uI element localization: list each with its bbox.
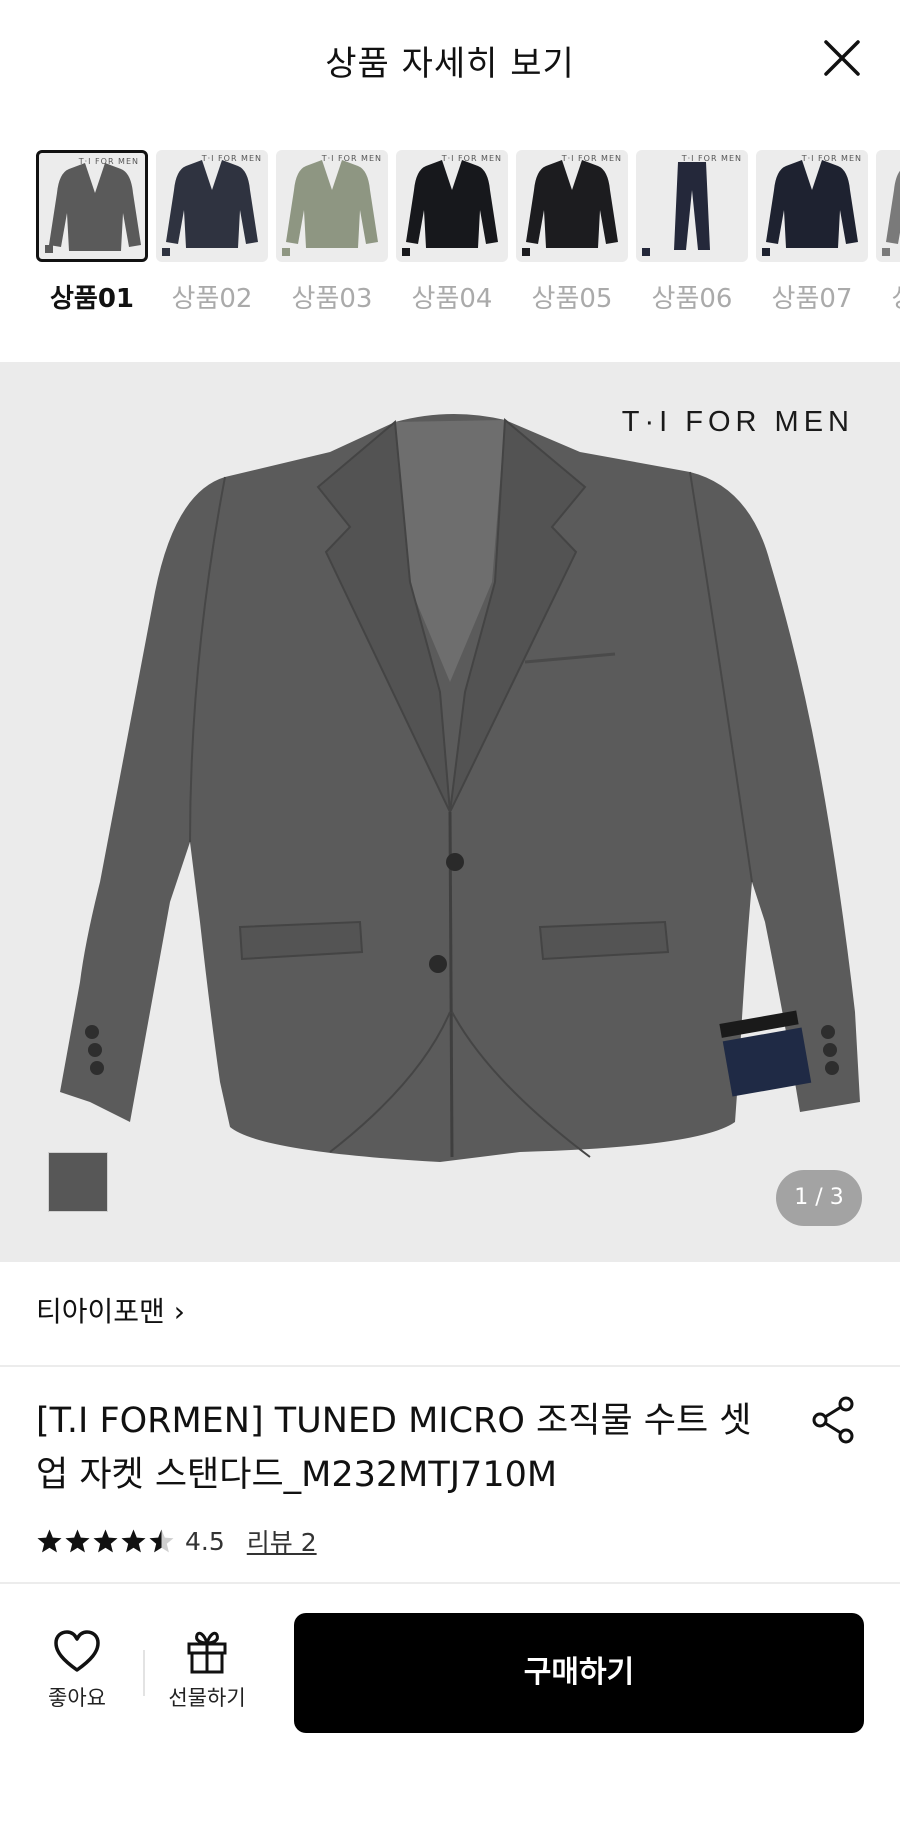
image-counter: 1 / 3 xyxy=(776,1170,862,1226)
pants-illustration xyxy=(674,162,710,250)
thumbnail-item[interactable]: T·I FOR MEN 상품04 xyxy=(396,150,508,315)
like-label: 좋아요 xyxy=(48,1686,106,1710)
thumbnail-color-swatch xyxy=(882,248,890,256)
thumbnail-image: T·I FOR MEN xyxy=(636,150,748,262)
thumbnail-image: T·I FOR MEN xyxy=(876,150,900,262)
divider xyxy=(0,1582,900,1584)
color-swatch xyxy=(48,1152,108,1212)
thumbnail-label: 상품06 xyxy=(651,284,733,314)
thumbnail-image: T·I FOR MEN xyxy=(516,150,628,262)
like-button[interactable]: 좋아요 xyxy=(36,1630,118,1710)
star-icon xyxy=(93,1529,118,1552)
product-main-image[interactable]: T·I FOR MEN 1 / 3 xyxy=(0,362,900,1262)
thumbnail-item[interactable]: T·I FOR MEN 상품01 xyxy=(36,150,148,315)
jacket-illustration xyxy=(166,160,258,248)
thumbnail-image: T·I FOR MEN xyxy=(276,150,388,262)
action-separator xyxy=(143,1650,145,1696)
close-button[interactable] xyxy=(820,36,864,80)
divider xyxy=(0,1365,900,1367)
thumbnail-label: 상품02 xyxy=(171,284,253,314)
thumbnail-color-swatch xyxy=(642,248,650,256)
gift-button[interactable]: 선물하기 xyxy=(160,1630,254,1710)
star-icon xyxy=(65,1529,90,1552)
thumbnail-color-swatch xyxy=(45,245,53,253)
star-icon xyxy=(37,1529,62,1552)
thumbnail-brand: T·I FOR MEN xyxy=(441,154,502,163)
product-thumbnail-strip[interactable]: T·I FOR MEN 상품01 T·I FOR MEN 상품02 T·I FOR ME… xyxy=(0,150,900,320)
buy-button[interactable]: 구매하기 xyxy=(294,1613,864,1733)
jacket-illustration xyxy=(286,160,378,248)
product-title: [T.I FORMEN] TUNED MICRO 조직물 수트 셋업 자켓 스탠… xyxy=(36,1401,752,1495)
jacket-illustration xyxy=(526,160,618,248)
thumbnail-image: T·I FOR MEN xyxy=(156,150,268,262)
jacket-illustration xyxy=(49,163,141,251)
thumbnail-item[interactable]: T·I FOR MEN 상품02 xyxy=(156,150,268,315)
brand-watermark: T·I FOR MEN xyxy=(621,406,854,438)
thumbnail-brand: T·I FOR MEN xyxy=(321,154,382,163)
thumbnail-label: 상품01 xyxy=(49,284,135,314)
thumbnail-label: 상품04 xyxy=(411,284,493,314)
seller-link[interactable]: 티아이포맨 › xyxy=(36,1290,185,1330)
jacket-illustration xyxy=(766,160,858,248)
gift-icon xyxy=(187,1631,227,1674)
thumbnail-color-swatch xyxy=(162,248,170,256)
thumbnail-brand: T·I FOR MEN xyxy=(78,157,139,166)
thumbnail-item[interactable]: T·I FOR MEN 상품06 xyxy=(636,150,748,315)
thumbnail-label: 상품05 xyxy=(531,284,613,314)
thumbnail-label: 상품07 xyxy=(771,284,853,314)
thumbnail-brand: T·I FOR MEN xyxy=(801,154,862,163)
thumbnail-image: T·I FOR MEN xyxy=(36,150,148,262)
jacket-illustration xyxy=(406,160,498,248)
share-icon xyxy=(812,1396,854,1444)
thumbnail-item[interactable]: T·I FOR MEN 상품07 xyxy=(756,150,868,315)
thumbnail-item[interactable]: T·I FOR MEN 상품03 xyxy=(276,150,388,315)
star-icon xyxy=(121,1529,146,1552)
rating-row: 4.5 리뷰 2 xyxy=(36,1522,317,1560)
close-icon xyxy=(824,40,860,76)
page-title: 상품 자세히 보기 xyxy=(325,44,575,84)
gift-label: 선물하기 xyxy=(168,1686,246,1710)
jacket-illustration xyxy=(886,170,900,244)
thumbnail-color-swatch xyxy=(282,248,290,256)
rating-value: 4.5 xyxy=(185,1526,225,1556)
thumbnail-brand: T·I FOR MEN xyxy=(201,154,262,163)
star-rating xyxy=(36,1528,175,1555)
thumbnail-brand: T·I FOR MEN xyxy=(681,154,742,163)
thumbnail-label: 상품08 xyxy=(876,278,900,315)
share-button[interactable] xyxy=(808,1394,860,1446)
star-icon xyxy=(149,1529,174,1552)
heart-icon xyxy=(54,1630,100,1672)
review-link[interactable]: 리뷰 2 xyxy=(247,1523,317,1559)
header: 상품 자세히 보기 xyxy=(0,0,900,120)
thumbnail-image: T·I FOR MEN xyxy=(396,150,508,262)
jacket-illustration xyxy=(60,413,860,1162)
thumbnail-item[interactable]: T·I FOR MEN 상품08 xyxy=(876,150,900,315)
thumbnail-color-swatch xyxy=(402,248,410,256)
thumbnail-image: T·I FOR MEN xyxy=(756,150,868,262)
thumbnail-brand: T·I FOR MEN xyxy=(561,154,622,163)
thumbnail-label: 상품03 xyxy=(291,284,373,314)
thumbnail-color-swatch xyxy=(522,248,530,256)
thumbnail-color-swatch xyxy=(762,248,770,256)
thumbnail-item[interactable]: T·I FOR MEN 상품05 xyxy=(516,150,628,315)
